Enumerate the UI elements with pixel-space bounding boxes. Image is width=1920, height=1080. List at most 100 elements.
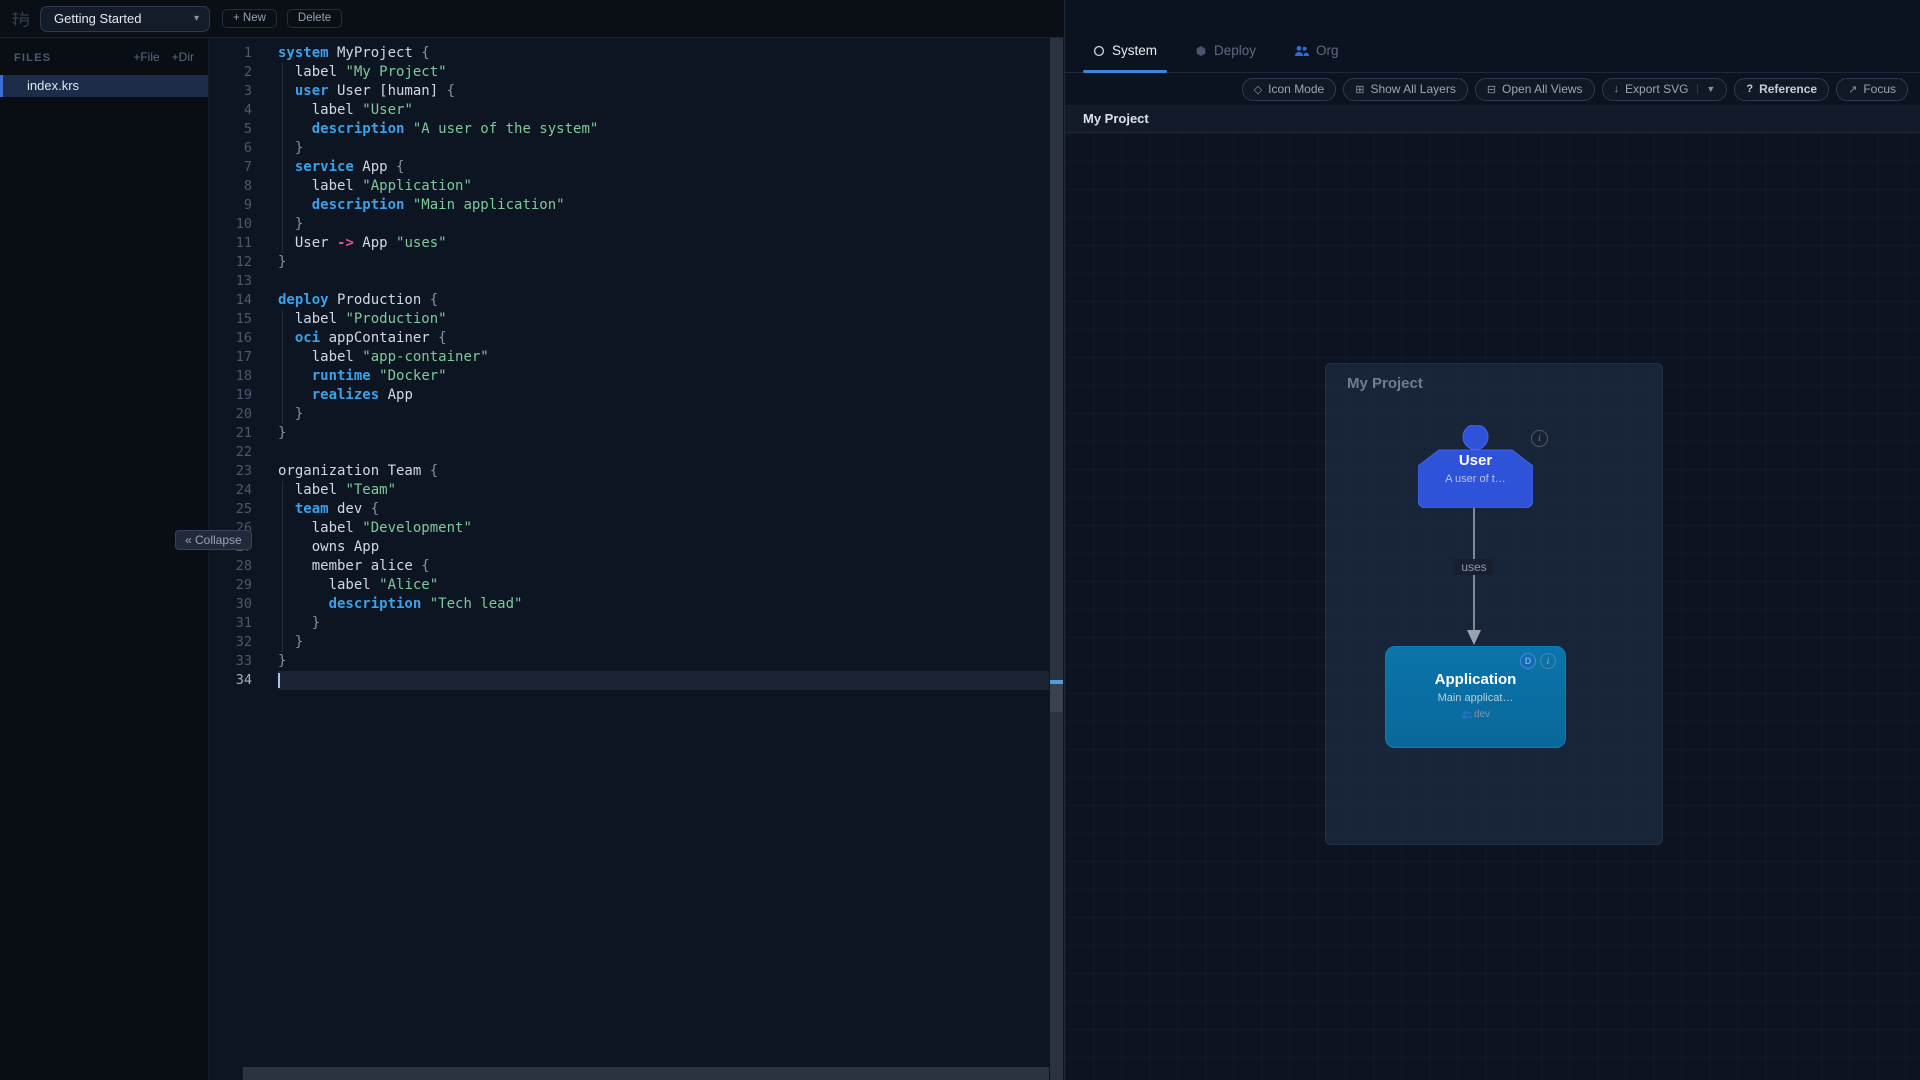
app-root: Getting Started ▾ + New Delete FILES +Fi… bbox=[0, 0, 1920, 1080]
button-icon: ↓ bbox=[1613, 83, 1620, 95]
code-line[interactable]: 31 } bbox=[209, 614, 1049, 633]
code-line[interactable]: 19 realizes App bbox=[209, 386, 1049, 405]
code-line[interactable]: 34 bbox=[209, 671, 1049, 690]
files-title: FILES bbox=[14, 52, 52, 64]
file-item[interactable]: index.krs bbox=[0, 75, 208, 97]
button-icon: ⊞ bbox=[1355, 83, 1365, 96]
application-node-description: Main applicat… bbox=[1437, 692, 1514, 704]
code-line[interactable]: 6 } bbox=[209, 139, 1049, 158]
line-number: 29 bbox=[235, 577, 252, 593]
reference-button[interactable]: ? Reference bbox=[1734, 77, 1830, 101]
breadcrumb: My Project bbox=[1065, 105, 1920, 133]
code-line-text: label "My Project" bbox=[278, 63, 1049, 82]
project-select-value: Getting Started bbox=[54, 11, 142, 26]
code-line[interactable]: 21} bbox=[209, 424, 1049, 443]
code-line-text: label "Alice" bbox=[278, 576, 1049, 595]
code-line-text: system MyProject { bbox=[278, 45, 430, 61]
horizontal-scrollbar[interactable] bbox=[243, 1067, 1049, 1080]
code-line[interactable]: 7 service App { bbox=[209, 158, 1049, 177]
code-line-text: description "Tech lead" bbox=[278, 595, 1049, 614]
line-number: 10 bbox=[235, 216, 252, 232]
code-line[interactable]: 22 bbox=[209, 443, 1049, 462]
tab-org[interactable]: Org bbox=[1290, 43, 1343, 72]
application-node[interactable]: D i Application Main applicat… dev bbox=[1385, 646, 1566, 748]
code-line[interactable]: 16 oci appContainer { bbox=[209, 329, 1049, 348]
diagram-panel: System Deploy Org ◇ Icon Mode ⊞ Show All Laye… bbox=[1064, 0, 1920, 1080]
code-editor[interactable]: 1 system MyProject {2 label "My Project" 3… bbox=[209, 38, 1049, 1080]
line-number: 9 bbox=[243, 197, 252, 213]
code-line[interactable]: 11 User -> App "uses" bbox=[209, 234, 1049, 253]
open-all-views-button[interactable]: ⊟ Open All Views bbox=[1474, 77, 1595, 101]
code-line[interactable]: 28 member alice { bbox=[209, 557, 1049, 576]
line-number: 18 bbox=[235, 368, 252, 384]
user-node[interactable]: User A user of t… bbox=[1418, 425, 1533, 508]
code-line[interactable]: 32 } bbox=[209, 633, 1049, 652]
code-line[interactable]: 15 label "Production" bbox=[209, 310, 1049, 329]
code-line[interactable]: 23 organization Team { bbox=[209, 462, 1049, 481]
code-line[interactable]: 33} bbox=[209, 652, 1049, 671]
diagram-canvas[interactable]: My Project uses User A user of t… i D i … bbox=[1065, 133, 1920, 1080]
breadcrumb-item[interactable]: My Project bbox=[1083, 111, 1149, 126]
code-line-text: runtime "Docker" bbox=[278, 367, 1049, 386]
line-number: 32 bbox=[235, 634, 252, 650]
code-line[interactable]: 20 } bbox=[209, 405, 1049, 424]
line-number: 3 bbox=[243, 83, 252, 99]
system-container-node[interactable]: My Project uses User A user of t… i D i … bbox=[1325, 363, 1663, 845]
code-line[interactable]: 3 user User [human] { bbox=[209, 82, 1049, 101]
file-sidebar: FILES +File +Dir index.krs bbox=[0, 38, 209, 1080]
code-line[interactable]: 18 runtime "Docker" bbox=[209, 367, 1049, 386]
code-line-text: label "app-container" bbox=[278, 348, 1049, 367]
button-label: Export SVG bbox=[1625, 82, 1689, 96]
button-icon: ◇ bbox=[1253, 83, 1263, 96]
export-svg-button[interactable]: ↓ Export SVG ▼ bbox=[1601, 77, 1728, 101]
focus-button[interactable]: ↗ Focus bbox=[1836, 77, 1908, 101]
icon-mode-button[interactable]: ◇ Icon Mode bbox=[1241, 77, 1337, 101]
button-label: Show All Layers bbox=[1370, 82, 1456, 96]
scrollbar-segment bbox=[1050, 684, 1063, 712]
code-line[interactable]: 25 team dev { bbox=[209, 500, 1049, 519]
tab-system[interactable]: System bbox=[1082, 43, 1168, 73]
code-line-text: member alice { bbox=[278, 557, 1049, 576]
chevron-down-icon: ▾ bbox=[193, 13, 199, 24]
line-number: 21 bbox=[235, 425, 252, 441]
code-line[interactable]: 9 description "Main application" bbox=[209, 196, 1049, 215]
code-line-text: owns App bbox=[278, 538, 1049, 557]
code-line[interactable]: 4 label "User" bbox=[209, 101, 1049, 120]
info-icon[interactable]: i bbox=[1531, 430, 1548, 447]
delete-button[interactable]: Delete bbox=[286, 9, 343, 28]
new-button[interactable]: + New bbox=[222, 9, 277, 28]
code-line[interactable]: 12} bbox=[209, 253, 1049, 272]
top-bar: Getting Started ▾ + New Delete bbox=[0, 0, 1064, 38]
show-all-layers-button[interactable]: ⊞ Show All Layers bbox=[1343, 77, 1468, 101]
add-dir-button[interactable]: +Dir bbox=[172, 50, 194, 64]
code-line[interactable]: 30 description "Tech lead" bbox=[209, 595, 1049, 614]
code-line[interactable]: 13 bbox=[209, 272, 1049, 291]
code-line[interactable]: 8 label "Application" bbox=[209, 177, 1049, 196]
code-line[interactable]: 1 system MyProject { bbox=[209, 44, 1049, 63]
code-line[interactable]: 14 deploy Production { bbox=[209, 291, 1049, 310]
panel-splitter[interactable] bbox=[1050, 38, 1063, 1080]
code-line[interactable]: 26 label "Development" bbox=[209, 519, 1049, 538]
team-badge: dev bbox=[1386, 709, 1565, 720]
collapse-sidebar-button[interactable]: « Collapse bbox=[175, 530, 252, 550]
tab-deploy[interactable]: Deploy bbox=[1191, 43, 1260, 72]
code-line[interactable]: 29 label "Alice" bbox=[209, 576, 1049, 595]
deployment-badge-icon[interactable]: D bbox=[1520, 653, 1536, 669]
node-badges: D i bbox=[1520, 653, 1556, 669]
info-icon[interactable]: i bbox=[1540, 653, 1556, 669]
code-line[interactable]: 17 label "app-container" bbox=[209, 348, 1049, 367]
line-number: 17 bbox=[235, 349, 252, 365]
add-file-button[interactable]: +File bbox=[133, 50, 159, 64]
code-line[interactable]: 2 label "My Project" bbox=[209, 63, 1049, 82]
code-line[interactable]: 27 owns App bbox=[209, 538, 1049, 557]
code-line[interactable]: 10 } bbox=[209, 215, 1049, 234]
code-line-text: label "Production" bbox=[278, 310, 1049, 329]
code-line-text: } bbox=[278, 425, 287, 441]
code-line[interactable]: 24 label "Team" bbox=[209, 481, 1049, 500]
dropdown-caret-icon[interactable]: ▼ bbox=[1697, 84, 1715, 94]
code-line-text: } bbox=[278, 215, 1049, 234]
code-line-text: label "Development" bbox=[278, 519, 1049, 538]
code-line[interactable]: 5 description "A user of the system" bbox=[209, 120, 1049, 139]
project-select[interactable]: Getting Started ▾ bbox=[40, 5, 210, 32]
